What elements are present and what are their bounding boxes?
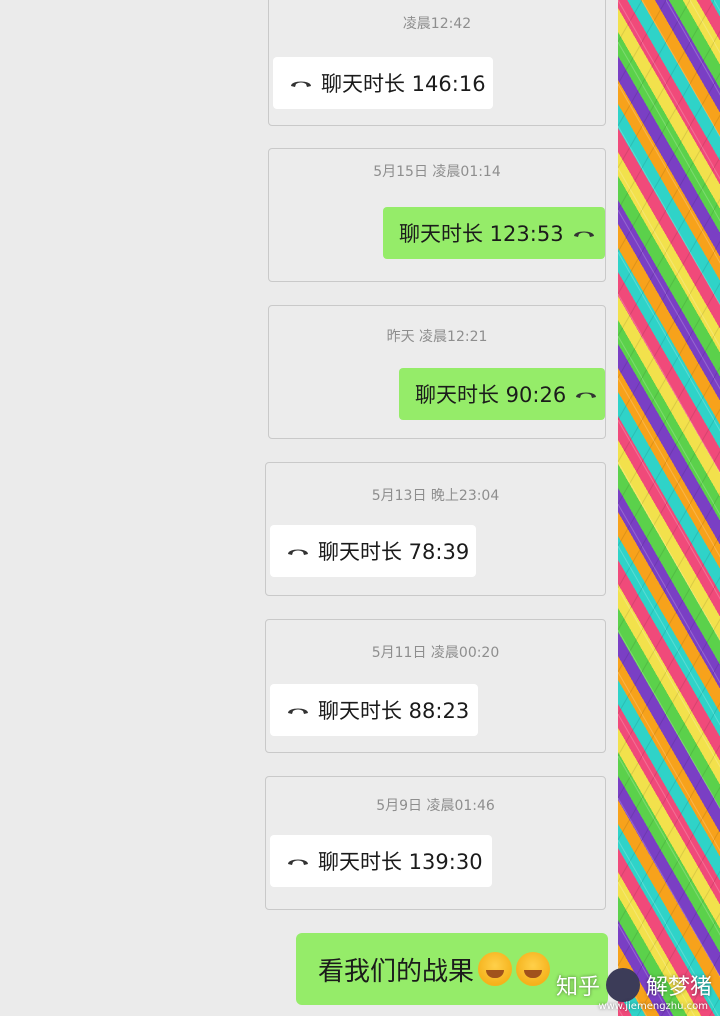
call-record-card: 5月13日 晚上23:04 聊天时长 78:39 (265, 462, 606, 596)
call-duration-bubble[interactable]: 聊天时长 123:53 (383, 207, 605, 259)
timestamp: 5月11日 凌晨00:20 (371, 645, 500, 661)
call-duration-bubble[interactable]: 聊天时长 90:26 (399, 368, 605, 420)
hangup-phone-icon (286, 855, 310, 867)
colorful-mosaic-border (612, 0, 720, 1016)
call-duration-text: 聊天时长 139:30 (318, 850, 483, 874)
call-record-card: 5月9日 凌晨01:46 聊天时长 139:30 (265, 776, 606, 910)
watermark-brand: 解梦猪 (645, 975, 712, 1000)
call-duration-bubble[interactable]: 聊天时长 139:30 (270, 835, 492, 887)
call-duration-bubble[interactable]: 聊天时长 78:39 (270, 525, 476, 577)
call-record-card: 凌晨12:42 聊天时长 146:16 (268, 0, 606, 126)
watermark: 知乎 解梦猪 www.jiemengzhu.com (555, 968, 712, 1012)
call-duration-text: 聊天时长 88:23 (318, 699, 470, 723)
hangup-phone-icon (286, 704, 310, 716)
laughing-emoji-icon (516, 952, 551, 986)
call-duration-text: 聊天时长 90:26 (415, 383, 567, 407)
timestamp: 5月15日 凌晨01:14 (373, 164, 501, 180)
call-duration-text: 聊天时长 146:16 (321, 72, 486, 96)
watermark-avatar-icon (605, 968, 640, 1002)
message-text: 看我们的战果 (318, 956, 475, 987)
hangup-phone-icon (572, 227, 596, 239)
timestamp: 5月9日 凌晨01:46 (376, 798, 495, 814)
hangup-phone-icon (289, 77, 313, 89)
hangup-phone-icon (574, 388, 598, 400)
call-duration-text: 聊天时长 123:53 (399, 222, 564, 246)
laughing-emoji-icon (478, 952, 513, 986)
call-duration-bubble[interactable]: 聊天时长 146:16 (273, 57, 493, 109)
call-duration-bubble[interactable]: 聊天时长 88:23 (270, 684, 478, 736)
call-duration-text: 聊天时长 78:39 (318, 540, 470, 564)
hangup-phone-icon (286, 545, 310, 557)
call-record-card: 5月11日 凌晨00:20 聊天时长 88:23 (265, 619, 606, 753)
watermark-site: 知乎 (555, 975, 600, 1000)
watermark-url: www.jiemengzhu.com (598, 1001, 708, 1012)
timestamp: 昨天 凌晨12:21 (386, 329, 488, 345)
call-record-card: 昨天 凌晨12:21 聊天时长 90:26 (268, 305, 606, 439)
timestamp: 5月13日 晚上23:04 (371, 488, 500, 504)
call-record-card: 5月15日 凌晨01:14 聊天时长 123:53 (268, 148, 606, 282)
timestamp: 凌晨12:42 (402, 16, 472, 32)
